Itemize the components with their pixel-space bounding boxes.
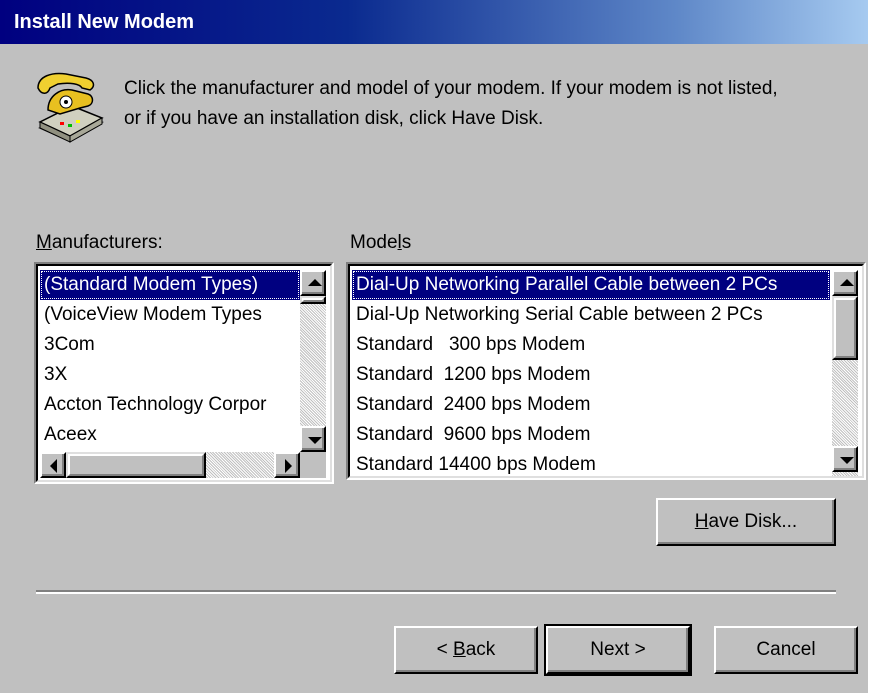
next-button[interactable]: Next >: [544, 624, 692, 676]
install-new-modem-dialog: Install New Modem Click the manufacturer…: [0, 0, 868, 693]
back-rest: ack: [465, 639, 496, 660]
models-list[interactable]: Dial-Up Networking Parallel Cable betwee…: [346, 262, 866, 480]
manufacturers-list[interactable]: (Standard Modem Types) (VoiceView Modem …: [34, 262, 334, 484]
manufacturer-item[interactable]: 3Com: [40, 330, 300, 360]
manufacturers-label-rest: anufacturers:: [51, 232, 163, 253]
models-vscroll-thumb[interactable]: [832, 296, 858, 360]
chevron-up-icon: [840, 279, 854, 286]
title-bar[interactable]: Install New Modem: [0, 0, 868, 44]
instructions-text: Click the manufacturer and model of your…: [124, 74, 778, 134]
manufacturer-item[interactable]: (Standard Modem Types): [40, 270, 300, 300]
scroll-left-button[interactable]: [40, 452, 66, 478]
telephone-modem-icon: [30, 66, 110, 146]
scroll-down-button[interactable]: [300, 426, 326, 452]
cancel-label: Cancel: [756, 639, 816, 660]
have-disk-rest: ave Disk...: [708, 511, 798, 532]
back-label: < Back: [437, 639, 496, 661]
instructions-line-1: Click the manufacturer and model of your…: [124, 78, 778, 99]
model-item[interactable]: Standard 9600 bps Modem: [352, 420, 830, 450]
manufacturers-label-mnemonic: M: [36, 232, 52, 253]
manufacturer-item[interactable]: Aceex: [40, 420, 300, 450]
scroll-up-button[interactable]: [300, 270, 326, 296]
window-title: Install New Modem: [14, 11, 195, 33]
models-label-rest: s: [401, 232, 412, 253]
cancel-button[interactable]: Cancel: [714, 626, 858, 674]
instructions-line-2: or if you have an installation disk, cli…: [124, 108, 544, 129]
manufacturer-item[interactable]: Accton Technology Corpor: [40, 390, 300, 420]
scroll-down-button[interactable]: [832, 446, 858, 472]
model-item[interactable]: Standard 14400 bps Modem: [352, 450, 830, 476]
manufacturers-vscroll-thumb[interactable]: [300, 296, 326, 304]
chevron-right-icon: [285, 459, 292, 473]
desktop-edge: [868, 0, 880, 693]
chevron-down-icon: [308, 437, 322, 444]
manufacturer-item[interactable]: 3X: [40, 360, 300, 390]
scroll-right-button[interactable]: [274, 452, 300, 478]
have-disk-button[interactable]: Have Disk...: [656, 498, 836, 546]
model-item[interactable]: Standard 300 bps Modem: [352, 330, 830, 360]
have-disk-label: Have Disk...: [695, 511, 797, 533]
manufacturers-label: Manufacturers:: [36, 232, 163, 254]
model-item[interactable]: Standard 2400 bps Modem: [352, 390, 830, 420]
separator-line: [36, 590, 836, 594]
next-label: Next >: [590, 639, 646, 660]
models-label: Models: [350, 232, 411, 254]
chevron-up-icon: [308, 279, 322, 286]
back-prefix: <: [436, 639, 454, 660]
chevron-down-icon: [840, 457, 854, 464]
scroll-up-button[interactable]: [832, 270, 858, 296]
model-item[interactable]: Dial-Up Networking Parallel Cable betwee…: [352, 270, 830, 300]
scrollbar-corner: [300, 452, 326, 478]
chevron-left-icon: [50, 459, 57, 473]
models-label-prefix: Mode: [350, 232, 398, 253]
manufacturer-item[interactable]: (VoiceView Modem Types: [40, 300, 300, 330]
back-mnemonic: B: [453, 639, 466, 660]
model-item[interactable]: Standard 1200 bps Modem: [352, 360, 830, 390]
have-disk-mnemonic: H: [694, 511, 709, 532]
manufacturers-hscroll-thumb[interactable]: [66, 452, 206, 478]
model-item[interactable]: Dial-Up Networking Serial Cable between …: [352, 300, 830, 330]
back-button[interactable]: < Back: [394, 626, 538, 674]
